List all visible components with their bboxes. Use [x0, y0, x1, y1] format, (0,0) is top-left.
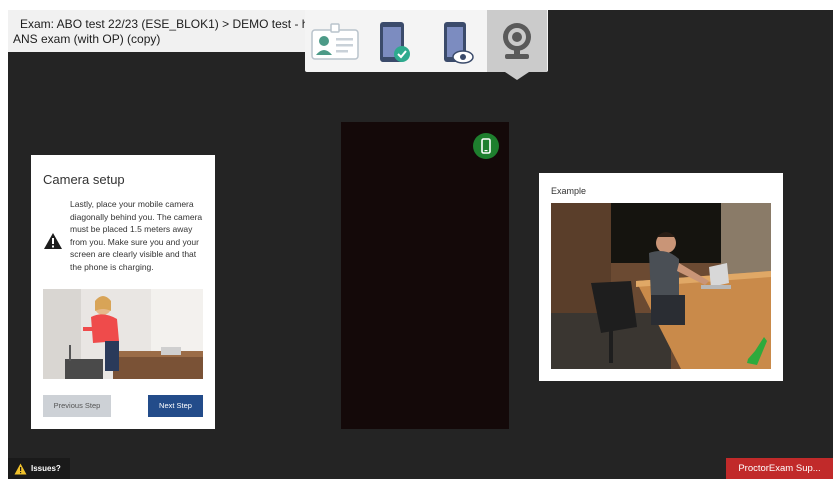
camera-setup-panel: Camera setup Lastly, place your mobile c… [31, 155, 215, 429]
id-card-icon [311, 23, 359, 60]
phone-status-badge [473, 133, 499, 159]
example-label: Example [551, 186, 587, 196]
warning-icon [14, 463, 27, 475]
step-id-check[interactable] [307, 10, 367, 72]
step-webcam[interactable] [487, 10, 547, 72]
phone-eye-icon [444, 22, 474, 64]
issues-button[interactable]: Issues? [8, 458, 70, 479]
warning-icon [44, 233, 62, 249]
next-step-button[interactable]: Next Step [148, 395, 203, 417]
example-photo [551, 203, 771, 369]
active-step-pointer [505, 72, 529, 80]
webcam-icon [503, 23, 531, 59]
exam-title-line2: ANS exam (with OP) (copy) [13, 32, 167, 46]
step-phone-view[interactable] [427, 10, 487, 72]
phone-check-icon [380, 22, 410, 62]
example-panel: Example [539, 173, 783, 381]
setup-photo [43, 289, 203, 379]
setup-steps-bar [305, 10, 548, 72]
exam-title-line1: Exam: ABO test 22/23 (ESE_BLOK1) > DEMO … [20, 17, 305, 31]
phone-icon [481, 138, 491, 154]
panel-title: Camera setup [43, 172, 125, 187]
step-phone-connected[interactable] [367, 10, 427, 72]
support-button[interactable]: ProctorExam Sup... [726, 458, 833, 479]
mobile-camera-feed [341, 122, 509, 429]
exam-breadcrumb: Exam: ABO test 22/23 (ESE_BLOK1) > DEMO … [8, 10, 305, 52]
issues-label: Issues? [31, 464, 61, 473]
previous-step-button[interactable]: Previous Step [43, 395, 111, 417]
camera-instructions: Lastly, place your mobile camera diagona… [70, 199, 203, 272]
